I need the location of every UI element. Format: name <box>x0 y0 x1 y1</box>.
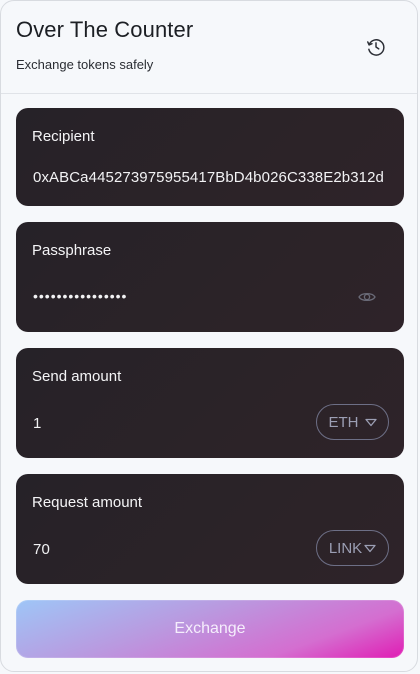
header: Over The Counter Exchange tokens safely <box>1 1 417 94</box>
send-amount-input[interactable]: 1 <box>33 415 41 432</box>
send-amount-panel: Send amount 1 ETH <box>16 348 404 458</box>
exchange-button[interactable]: Exchange <box>16 600 404 658</box>
request-amount-label: Request amount <box>32 494 143 511</box>
history-button[interactable] <box>363 34 389 60</box>
request-amount-input[interactable]: 70 <box>33 541 50 558</box>
request-amount-panel: Request amount 70 LINK <box>16 474 404 584</box>
recipient-input[interactable]: 0xABCa445273975955417BbD4b026C338E2b312d <box>33 169 384 186</box>
send-token-label: ETH <box>328 413 359 431</box>
recipient-panel: Recipient 0xABCa445273975955417BbD4b026C… <box>16 108 404 206</box>
triangle-down-icon <box>364 418 377 426</box>
passphrase-panel: Passphrase •••••••••••••••• <box>16 222 404 332</box>
request-token-label: LINK <box>328 539 363 557</box>
passphrase-label: Passphrase <box>32 242 112 259</box>
clock-history-icon <box>367 39 385 56</box>
show-passphrase-button[interactable] <box>358 290 376 304</box>
passphrase-input[interactable]: •••••••••••••••• <box>33 288 127 304</box>
request-token-select[interactable]: LINK <box>316 530 389 566</box>
page-subtitle: Exchange tokens safely <box>16 57 154 72</box>
eye-icon <box>358 292 376 302</box>
triangle-down-icon <box>364 544 376 552</box>
send-token-select[interactable]: ETH <box>316 404 389 440</box>
page-title: Over The Counter <box>16 17 194 42</box>
otc-card: Over The Counter Exchange tokens safely … <box>0 0 418 672</box>
send-amount-label: Send amount <box>32 368 122 385</box>
recipient-label: Recipient <box>32 128 95 145</box>
